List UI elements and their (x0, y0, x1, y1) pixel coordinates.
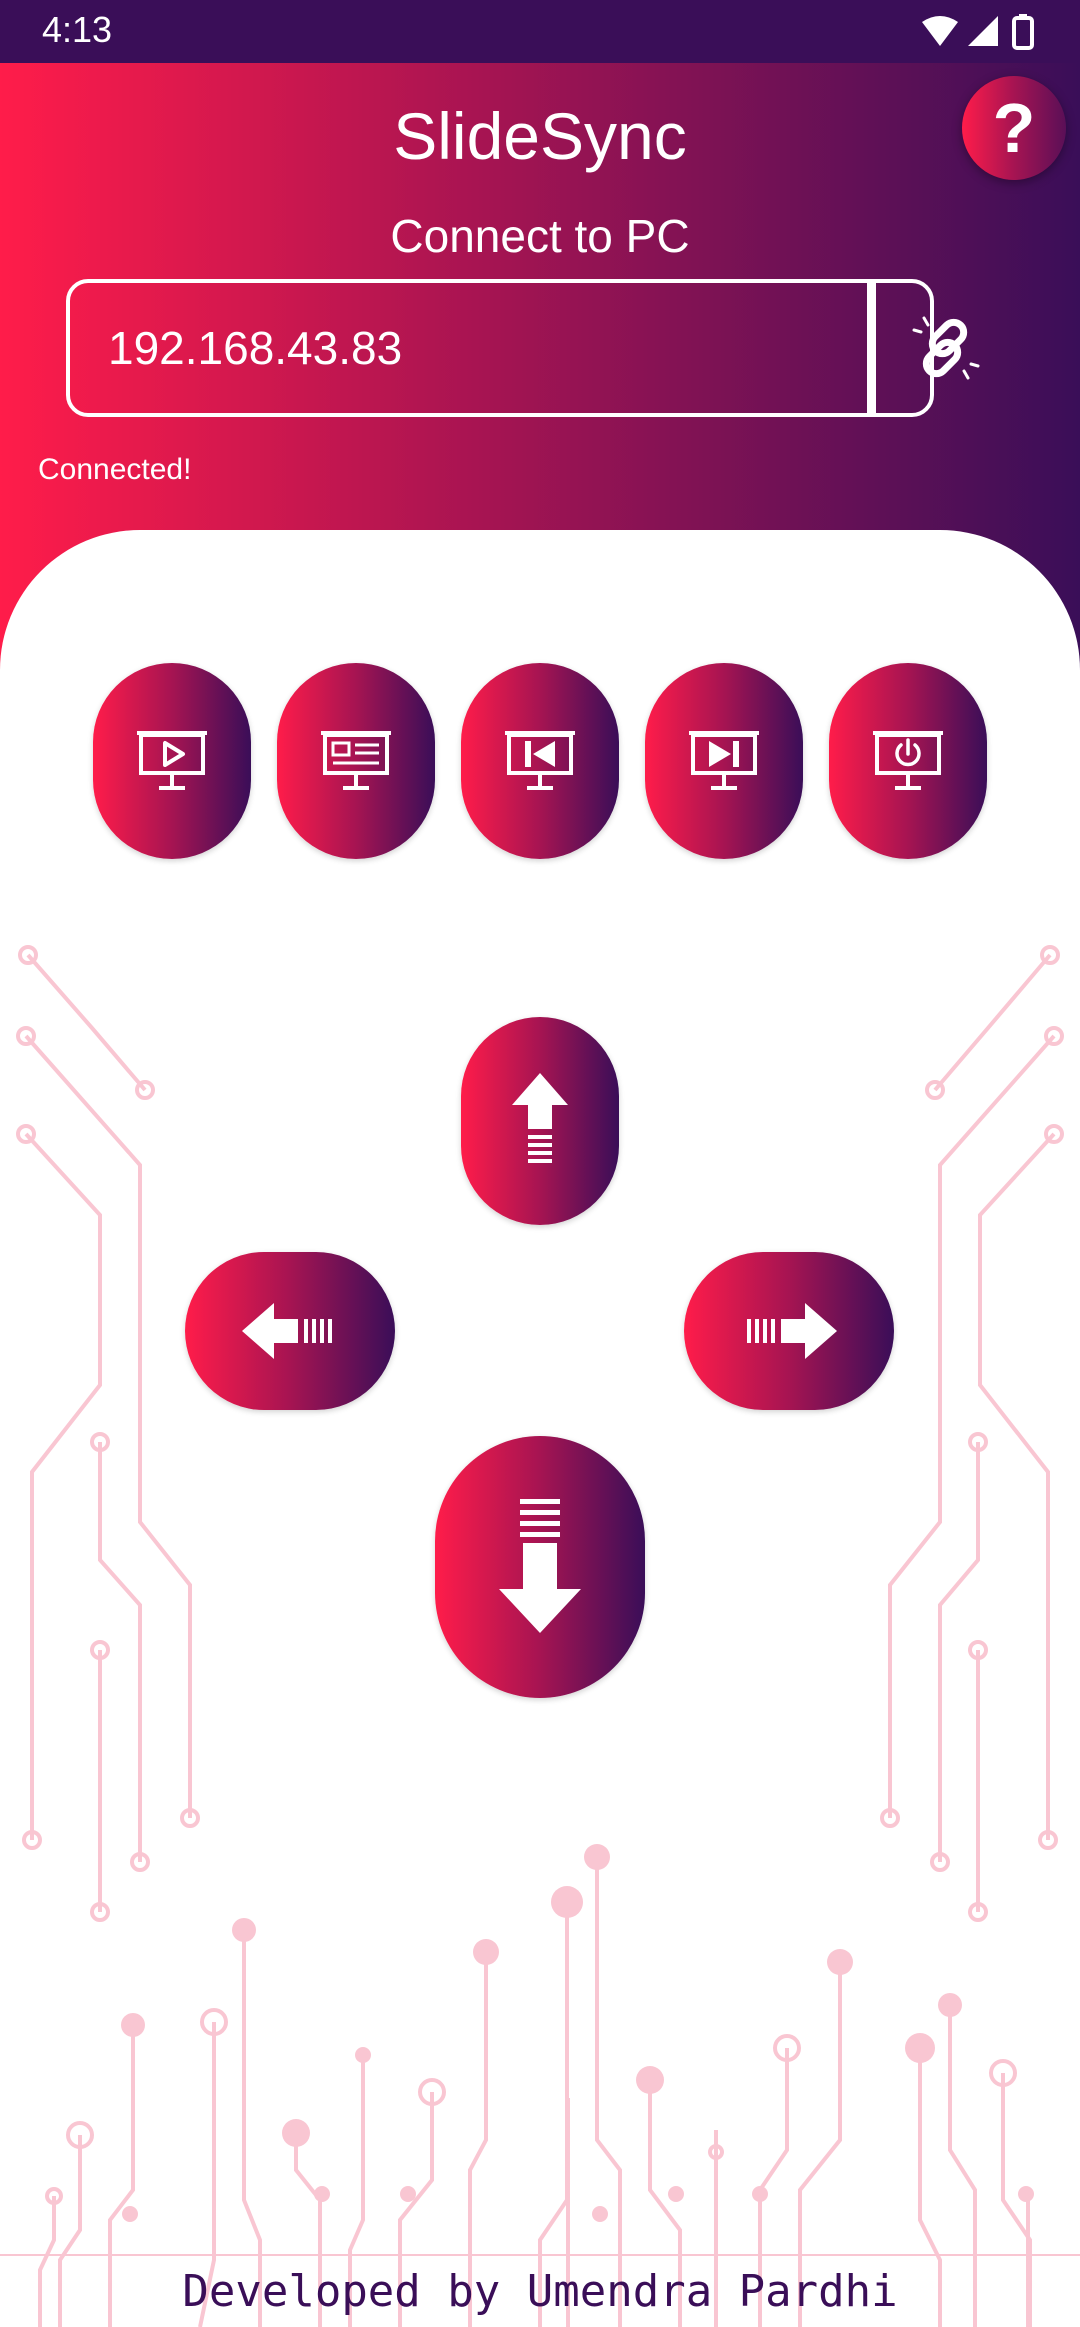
monitor-play-icon (137, 731, 207, 790)
ip-address-input[interactable] (108, 283, 888, 413)
app-screen: 4:13 SlideSync ? Connect to PC 192.168.4… (0, 0, 1080, 2327)
ip-address-field-box (66, 279, 980, 417)
right-button[interactable] (684, 1252, 894, 1410)
down-button[interactable] (435, 1436, 645, 1698)
connect-subtitle: Connect to PC (390, 210, 690, 262)
ip-field-divider (867, 283, 876, 413)
monitor-slides-icon (321, 731, 391, 790)
monitor-skip-back-icon (505, 731, 575, 790)
last-slide-button[interactable] (645, 663, 803, 859)
help-icon: ? (992, 89, 1036, 167)
monitor-power-icon (873, 731, 943, 790)
up-button[interactable] (461, 1017, 619, 1225)
arrow-up-icon (512, 1073, 568, 1163)
signal-icon (968, 16, 998, 46)
start-presentation-button[interactable] (93, 663, 251, 859)
arrow-left-icon (242, 1303, 332, 1359)
arrow-down-icon (499, 1499, 581, 1633)
left-button[interactable] (185, 1252, 395, 1410)
wifi-icon (922, 16, 958, 46)
monitor-skip-forward-icon (689, 731, 759, 790)
help-button[interactable]: ? (962, 76, 1066, 180)
app-title: SlideSync (393, 99, 687, 173)
link-icon (912, 316, 980, 380)
end-presentation-button[interactable] (829, 663, 987, 859)
connection-status: Connected! (38, 453, 192, 486)
connect-button[interactable] (876, 283, 1016, 413)
battery-icon (1012, 14, 1034, 50)
arrow-right-icon (747, 1303, 837, 1359)
status-icons (922, 14, 1034, 50)
first-slide-button[interactable] (461, 663, 619, 859)
status-time: 4:13 (42, 9, 113, 50)
status-bar: 4:13 (0, 0, 1080, 63)
slide-overview-button[interactable] (277, 663, 435, 859)
developer-credit: Developed by Umendra Pardhi (182, 2266, 898, 2317)
